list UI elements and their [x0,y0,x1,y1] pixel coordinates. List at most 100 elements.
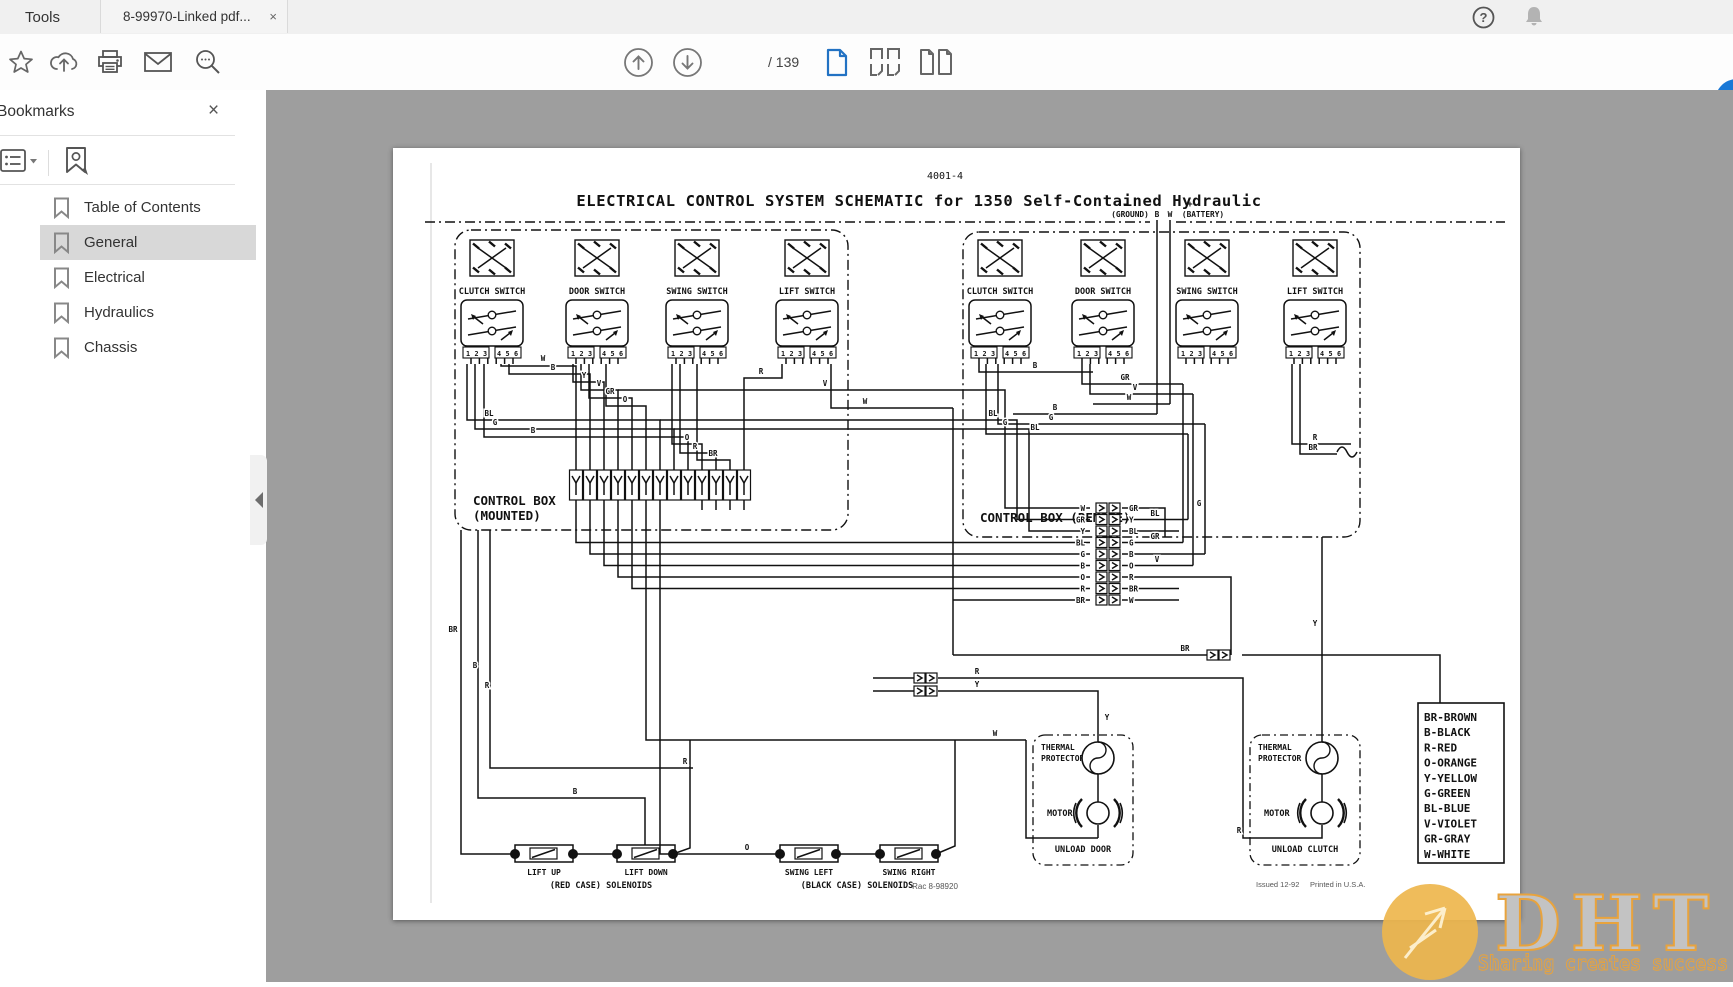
svg-text:5: 5 [820,350,824,358]
svg-text:B: B [531,426,536,435]
svg-text:Y: Y [1313,619,1318,628]
svg-text:PROTECTOR: PROTECTOR [1258,754,1302,763]
svg-text:W: W [863,397,868,406]
svg-text:5: 5 [1220,350,1224,358]
svg-text:GR: GR [1076,516,1086,525]
svg-text:2: 2 [1297,350,1301,358]
bookmark-item-chassis[interactable]: Chassis [40,330,256,365]
svg-text:G: G [1049,413,1054,422]
svg-text:2: 2 [579,350,583,358]
svg-text:W-WHITE: W-WHITE [1424,848,1470,861]
svg-text:6: 6 [1022,350,1026,358]
svg-text:4: 4 [497,350,501,358]
svg-text:1: 1 [466,350,470,358]
collapse-sidebar-handle[interactable] [250,455,267,545]
svg-text:Rac 8-98920: Rac 8-98920 [912,882,958,891]
svg-text:V: V [1133,383,1138,392]
svg-text:1: 1 [571,350,575,358]
svg-text:UNLOAD CLUTCH: UNLOAD CLUTCH [1272,845,1339,855]
svg-text:Y: Y [1080,527,1085,536]
bookmark-item-electrical[interactable]: Electrical [40,260,256,295]
svg-text:(BLACK CASE) SOLENOIDS: (BLACK CASE) SOLENOIDS [801,881,914,891]
svg-text:R: R [1313,433,1318,442]
bookmark-item-hydraulics[interactable]: Hydraulics [40,295,256,330]
bookmark-icon [53,337,70,359]
chevron-left-icon [255,492,263,508]
svg-text:6: 6 [1229,350,1233,358]
svg-text:B: B [551,363,556,372]
close-tab-icon[interactable]: × [269,9,277,24]
svg-text:?: ? [1480,10,1488,25]
svg-text:CLUTCH SWITCH: CLUTCH SWITCH [967,287,1034,297]
svg-text:LIFT DOWN: LIFT DOWN [624,868,668,877]
close-panel-icon[interactable]: × [208,100,219,122]
svg-text:V-VIOLET: V-VIOLET [1424,817,1477,830]
svg-text:2: 2 [679,350,683,358]
thumbnail-grid-view-icon[interactable] [866,34,904,90]
svg-text:BL: BL [484,409,494,418]
svg-text:4: 4 [702,350,706,358]
single-page-view-icon[interactable] [820,34,854,90]
svg-text:3: 3 [688,350,692,358]
svg-text:SWING LEFT: SWING LEFT [785,868,833,877]
svg-text:5: 5 [1013,350,1017,358]
svg-text:3: 3 [991,350,995,358]
svg-text:1: 1 [1289,350,1293,358]
svg-text:W: W [1127,393,1132,402]
svg-text:O: O [1129,562,1134,571]
bookmark-item-table-of-contents[interactable]: Table of Contents [40,190,256,225]
svg-text:G: G [1197,499,1202,508]
search-zoom-icon[interactable] [188,34,228,90]
svg-text:4001-4: 4001-4 [927,171,963,182]
svg-text:4: 4 [1212,350,1216,358]
document-tab-title: 8-99970-Linked pdf... [123,9,263,24]
bookmark-icon [53,232,70,254]
email-icon[interactable] [138,34,178,90]
help-icon[interactable]: ? [1472,6,1495,34]
svg-text:LIFT UP: LIFT UP [527,868,561,877]
find-bookmark-icon[interactable] [61,146,91,181]
svg-text:R: R [1080,585,1085,594]
svg-text:GR: GR [1129,504,1139,513]
svg-text:BR: BR [1076,596,1086,605]
tab-document[interactable]: 8-99970-Linked pdf... × [100,0,288,33]
svg-text:5: 5 [1116,350,1120,358]
next-page-button[interactable] [671,34,703,90]
svg-text:1: 1 [974,350,978,358]
svg-text:G-GREEN: G-GREEN [1424,787,1470,800]
svg-text:5: 5 [610,350,614,358]
document-viewer[interactable]: 4001-4ELECTRICAL CONTROL SYSTEM SCHEMATI… [266,90,1733,982]
svg-text:R: R [1129,573,1134,582]
svg-text:(RED CASE) SOLENOIDS: (RED CASE) SOLENOIDS [550,881,652,891]
cloud-upload-icon[interactable] [44,34,84,90]
pdf-page: 4001-4ELECTRICAL CONTROL SYSTEM SCHEMATI… [393,148,1520,920]
svg-text:O-ORANGE: O-ORANGE [1424,757,1477,770]
svg-text:R: R [683,757,688,766]
svg-text:BR: BR [1129,585,1139,594]
previous-page-button[interactable] [622,34,654,90]
svg-text:3: 3 [1306,350,1310,358]
svg-text:G: G [1080,550,1085,559]
svg-text:6: 6 [619,350,623,358]
pdf-reader-window: { "tab_bar": { "tools_label": "Tools", "… [0,0,1733,982]
svg-text:G: G [1003,418,1008,427]
tab-tools[interactable]: Tools [0,0,95,34]
svg-text:3: 3 [1094,350,1098,358]
svg-text:Y: Y [975,680,980,689]
print-icon[interactable] [90,34,130,90]
favorite-star-icon[interactable] [4,34,38,90]
bookmark-options-icon[interactable] [0,148,38,179]
svg-text:MOTOR: MOTOR [1047,809,1073,819]
bookmark-item-general[interactable]: General [40,225,256,260]
svg-text:THERMAL: THERMAL [1041,743,1075,752]
svg-text:BR: BR [1180,644,1190,653]
svg-text:DOOR SWITCH: DOOR SWITCH [1075,287,1131,297]
svg-text:B: B [1080,562,1085,571]
svg-text:B: B [473,661,478,670]
svg-text:R: R [693,442,698,451]
divider [0,135,235,136]
two-page-view-icon[interactable] [916,34,956,90]
svg-text:SWING RIGHT: SWING RIGHT [883,868,936,877]
notification-bell-icon[interactable] [1523,5,1545,34]
svg-text:B-BLACK: B-BLACK [1424,726,1471,739]
